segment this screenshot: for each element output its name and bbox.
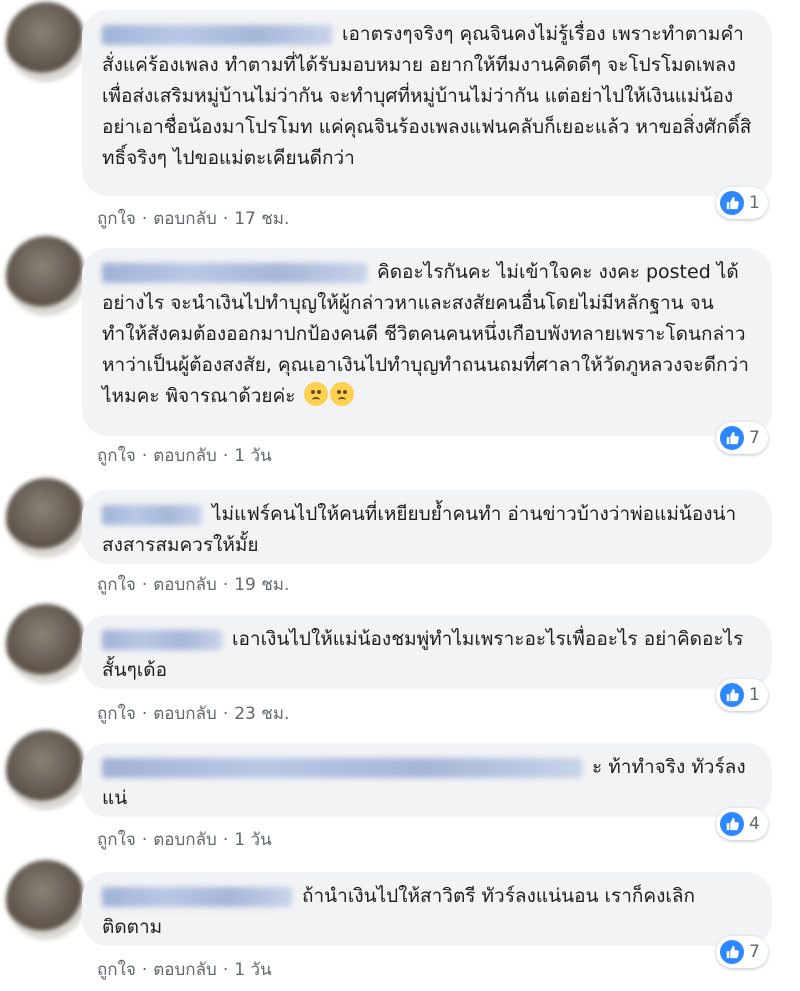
reply-link[interactable]: ตอบกลับ xyxy=(153,446,217,466)
worried-face-icon xyxy=(303,382,328,406)
timestamp[interactable]: 23 ชม. xyxy=(234,704,289,724)
author-name[interactable] xyxy=(102,757,582,778)
comment-text: เอาตรงๆจริงๆ คุณจินคงไม่รู้เรื่อง เพราะท… xyxy=(102,23,752,169)
reply-link[interactable]: ตอบกลับ xyxy=(153,209,217,229)
like-icon xyxy=(720,683,744,707)
reaction-count[interactable]: 7 xyxy=(716,936,768,968)
comment-actions: ถูกใจ · ตอบกลับ · 19 ชม. xyxy=(97,575,290,595)
avatar[interactable] xyxy=(6,860,86,940)
like-count: 1 xyxy=(749,193,760,213)
reply-link[interactable]: ตอบกลับ xyxy=(153,830,217,850)
avatar[interactable] xyxy=(6,604,86,684)
timestamp[interactable]: 19 ชม. xyxy=(234,575,289,595)
like-link[interactable]: ถูกใจ xyxy=(97,575,136,595)
like-link[interactable]: ถูกใจ xyxy=(97,830,136,850)
like-count: 4 xyxy=(749,814,760,834)
author-name[interactable] xyxy=(102,629,222,650)
reaction-count[interactable]: 1 xyxy=(716,679,768,711)
like-icon xyxy=(720,191,744,215)
timestamp[interactable]: 1 วัน xyxy=(234,960,271,980)
comment-bubble: ไม่แฟร์คนไปให้คนที่เหยียบย้ำคนทำ อ่านข่า… xyxy=(82,490,772,564)
like-count: 7 xyxy=(749,428,760,448)
worried-face-icon xyxy=(329,382,354,406)
like-link[interactable]: ถูกใจ xyxy=(97,960,136,980)
avatar[interactable] xyxy=(6,730,86,810)
avatar[interactable] xyxy=(6,478,86,558)
timestamp[interactable]: 1 วัน xyxy=(234,446,271,466)
like-link[interactable]: ถูกใจ xyxy=(97,446,136,466)
like-link[interactable]: ถูกใจ xyxy=(97,209,136,229)
comment-bubble: ะ ท้าทำจริง ทัวร์ลงแน่ xyxy=(82,743,772,817)
comment-bubble: ถ้านำเงินไปให้สาวิตรี ทัวร์ลงแน่นอน เราก… xyxy=(82,872,772,946)
like-icon xyxy=(720,426,744,450)
author-name[interactable] xyxy=(102,24,332,45)
author-name[interactable] xyxy=(102,886,292,907)
avatar[interactable] xyxy=(6,2,86,82)
like-icon xyxy=(720,940,744,964)
timestamp[interactable]: 17 ชม. xyxy=(234,209,289,229)
like-icon xyxy=(720,812,744,836)
reply-link[interactable]: ตอบกลับ xyxy=(153,960,217,980)
comment-bubble: เอาเงินไปให้แม่น้องชมพู่ทำไมเพราะอะไรเพื… xyxy=(82,615,772,689)
comment-actions: ถูกใจ · ตอบกลับ · 1 วัน xyxy=(97,446,272,466)
author-name[interactable] xyxy=(102,262,367,283)
reaction-count[interactable]: 1 xyxy=(716,187,768,219)
comment-actions: ถูกใจ · ตอบกลับ · 1 วัน xyxy=(97,960,272,980)
timestamp[interactable]: 1 วัน xyxy=(234,830,271,850)
reply-link[interactable]: ตอบกลับ xyxy=(153,575,217,595)
avatar[interactable] xyxy=(6,236,86,316)
comment-actions: ถูกใจ · ตอบกลับ · 23 ชม. xyxy=(97,704,290,724)
reaction-count[interactable]: 4 xyxy=(716,808,768,840)
like-count: 1 xyxy=(749,685,760,705)
reply-link[interactable]: ตอบกลับ xyxy=(153,704,217,724)
comment-actions: ถูกใจ · ตอบกลับ · 1 วัน xyxy=(97,830,272,850)
comment-actions: ถูกใจ · ตอบกลับ · 17 ชม. xyxy=(97,209,290,229)
like-link[interactable]: ถูกใจ xyxy=(97,704,136,724)
comment-text: คิดอะไรกันคะ ไม่เข้าใจคะ งงคะ posted ได้… xyxy=(102,261,749,407)
comment-bubble: เอาตรงๆจริงๆ คุณจินคงไม่รู้เรื่อง เพราะท… xyxy=(82,10,772,196)
author-name[interactable] xyxy=(102,504,202,525)
comment-bubble: คิดอะไรกันคะ ไม่เข้าใจคะ งงคะ posted ได้… xyxy=(82,248,772,436)
reaction-count[interactable]: 7 xyxy=(716,422,768,454)
like-count: 7 xyxy=(749,942,760,962)
